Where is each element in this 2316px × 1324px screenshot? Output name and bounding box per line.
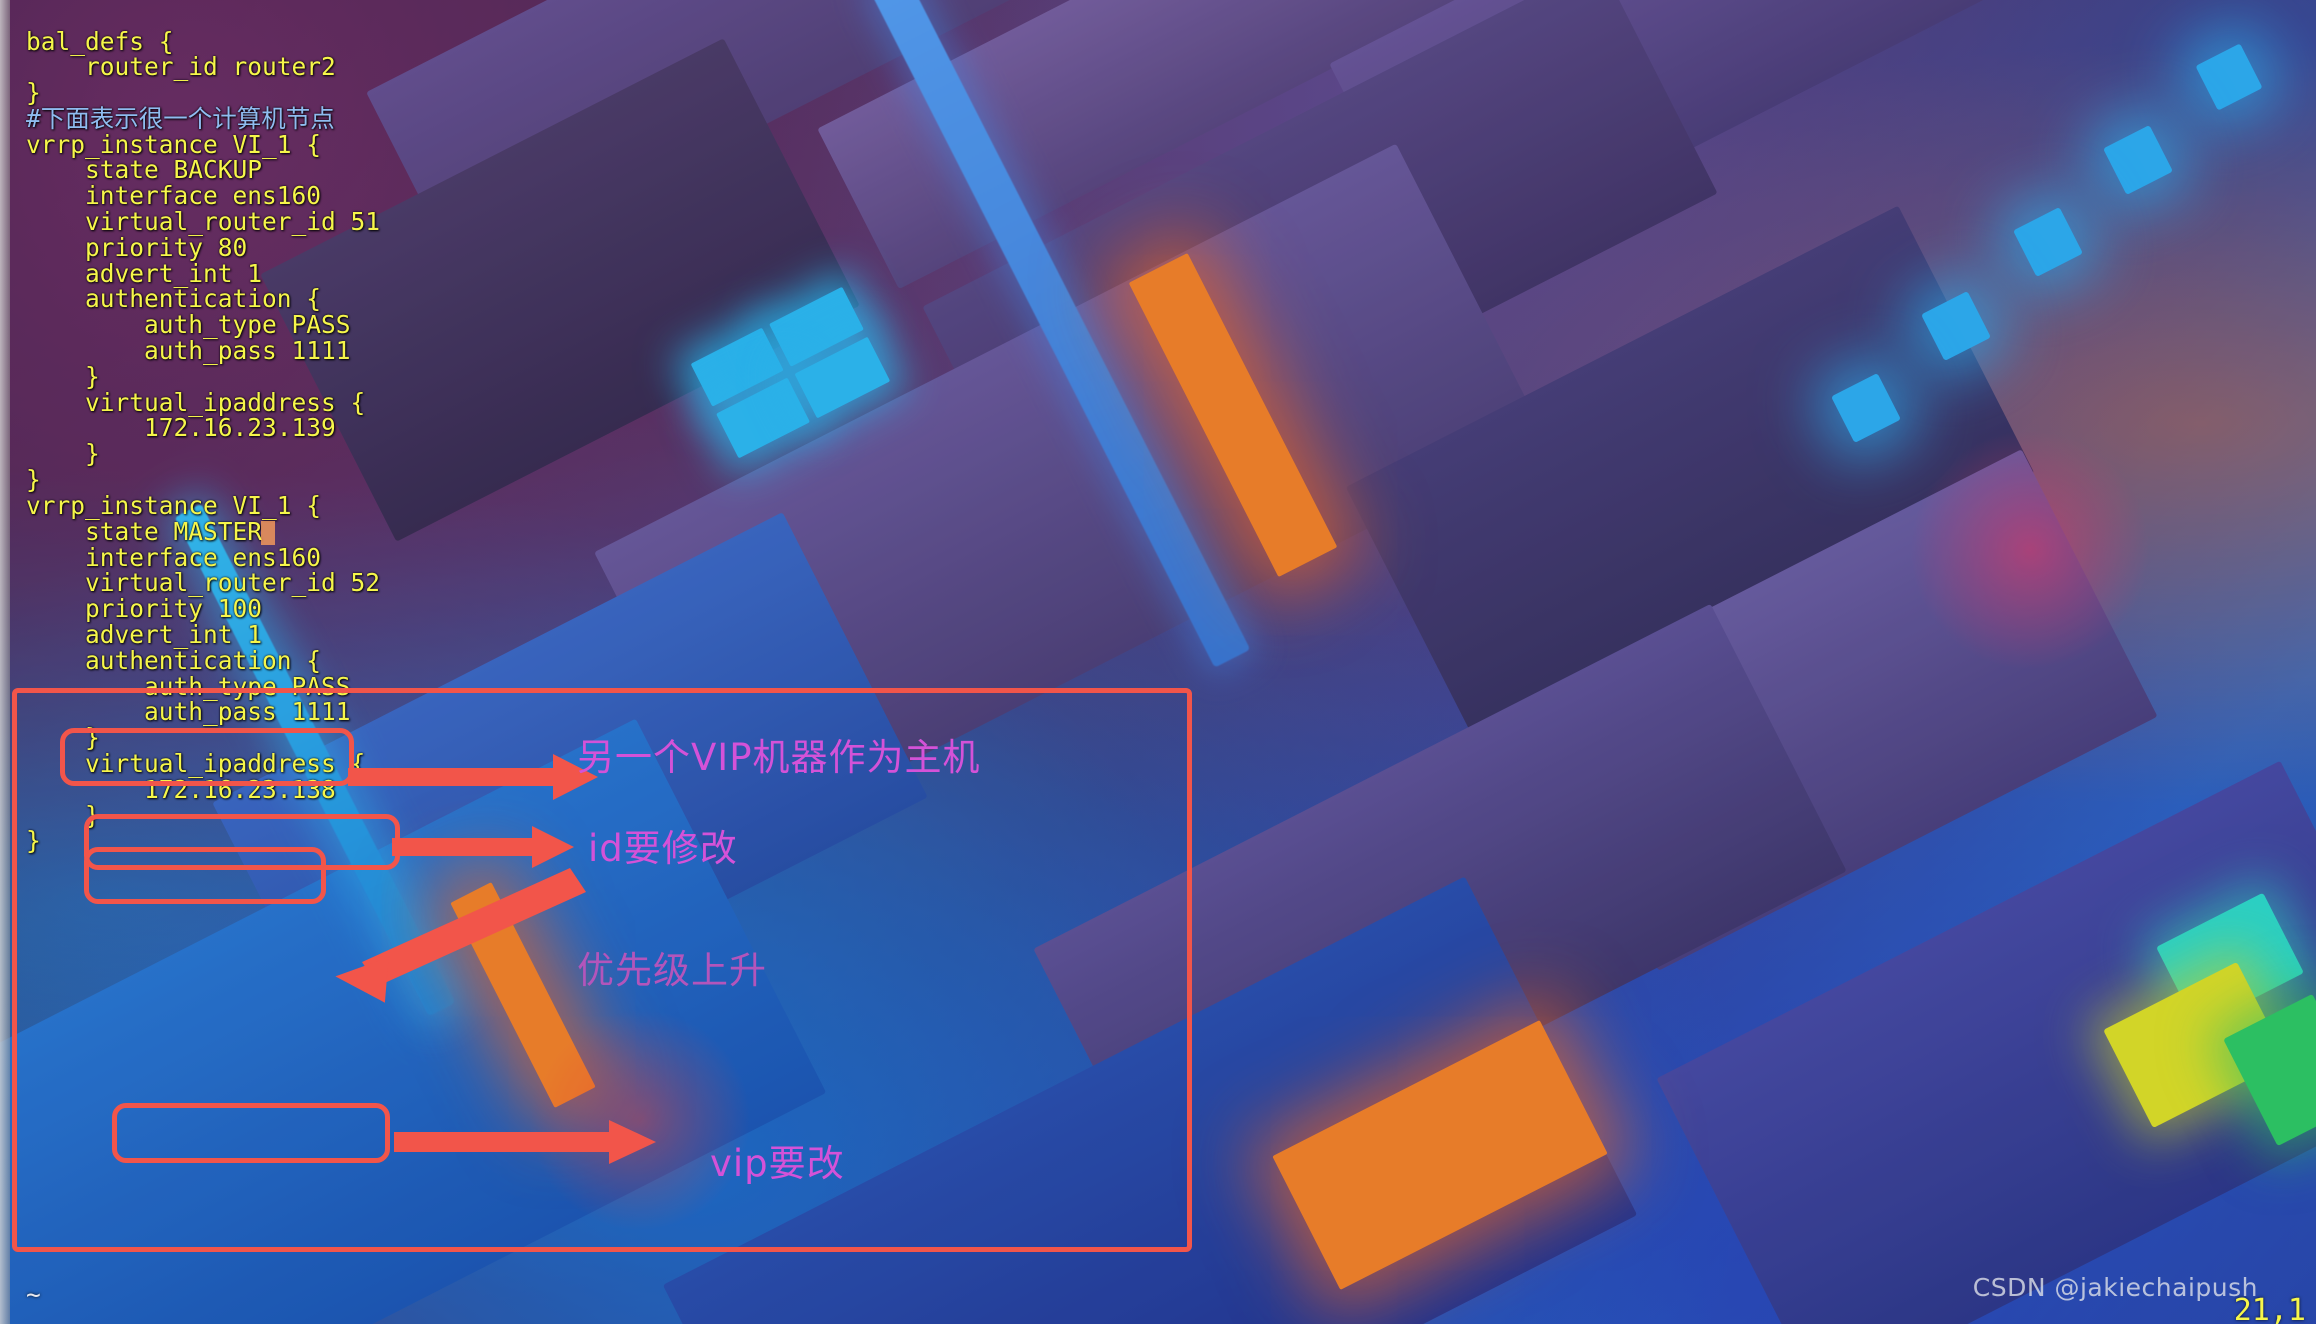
note-state-master: 另一个VIP机器作为主机 bbox=[577, 736, 981, 779]
vim-line: } bbox=[26, 465, 41, 495]
note-vip: vip要改 bbox=[710, 1142, 845, 1185]
screenshot-root: bal_defs { router_id router2 } #下面表示很一个计… bbox=[0, 0, 2316, 1324]
vim-line: #下面表示很一个计算机节点 bbox=[26, 103, 335, 133]
vim-empty-line-marker: ~ bbox=[26, 1280, 41, 1309]
vim-line: advert_int 1 bbox=[26, 620, 263, 650]
vim-line: priority 100 bbox=[26, 594, 263, 624]
vim-line: auth_type PASS bbox=[26, 671, 351, 701]
note-router-id: id要修改 bbox=[588, 827, 738, 870]
vim-line: } bbox=[26, 361, 100, 391]
vim-line: vrrp_instance VI_1 { bbox=[26, 129, 322, 159]
vim-line: virtual_router_id 51 bbox=[26, 207, 381, 237]
vim-buffer-text[interactable]: bal_defs { router_id router2 } #下面表示很一个计… bbox=[26, 26, 381, 856]
terminal-scrollbar[interactable] bbox=[0, 0, 10, 1324]
vim-line: interface ens160 bbox=[26, 181, 322, 211]
csdn-watermark: CSDN @jakiechaipush bbox=[1972, 1273, 2258, 1302]
vim-line: virtual_ipaddress { bbox=[26, 749, 366, 779]
vim-line: } bbox=[26, 439, 100, 469]
vim-line: auth_pass 1111 bbox=[26, 697, 351, 727]
vim-line: } bbox=[26, 78, 41, 108]
terminal-window[interactable]: bal_defs { router_id router2 } #下面表示很一个计… bbox=[0, 0, 2316, 1324]
vim-line: authentication { bbox=[26, 284, 322, 314]
vim-line: state MASTER bbox=[26, 516, 263, 546]
note-priority: 优先级上升 bbox=[577, 949, 767, 992]
vim-line: } bbox=[26, 800, 100, 830]
vim-cursor bbox=[261, 520, 276, 545]
vim-line: auth_type PASS bbox=[26, 310, 351, 340]
vim-line: virtual_ipaddress { bbox=[26, 387, 366, 417]
vim-line: 172.16.23.138 bbox=[26, 774, 336, 804]
vim-line: auth_pass 1111 bbox=[26, 336, 351, 366]
vim-line: state BACKUP bbox=[26, 155, 263, 185]
vim-line: vrrp_instance VI_1 { bbox=[26, 490, 322, 520]
vim-line: } bbox=[26, 826, 41, 856]
vim-line: priority 80 bbox=[26, 232, 248, 262]
vim-line: } bbox=[26, 723, 100, 753]
vim-line: interface ens160 bbox=[26, 542, 322, 572]
vim-line: virtual_router_id 52 bbox=[26, 568, 381, 598]
vim-line: advert_int 1 bbox=[26, 258, 263, 288]
vim-line: authentication { bbox=[26, 645, 322, 675]
vim-line: bal_defs { bbox=[26, 26, 174, 56]
vim-line: router_id router2 bbox=[26, 52, 336, 82]
vim-line: 172.16.23.139 bbox=[26, 413, 336, 443]
